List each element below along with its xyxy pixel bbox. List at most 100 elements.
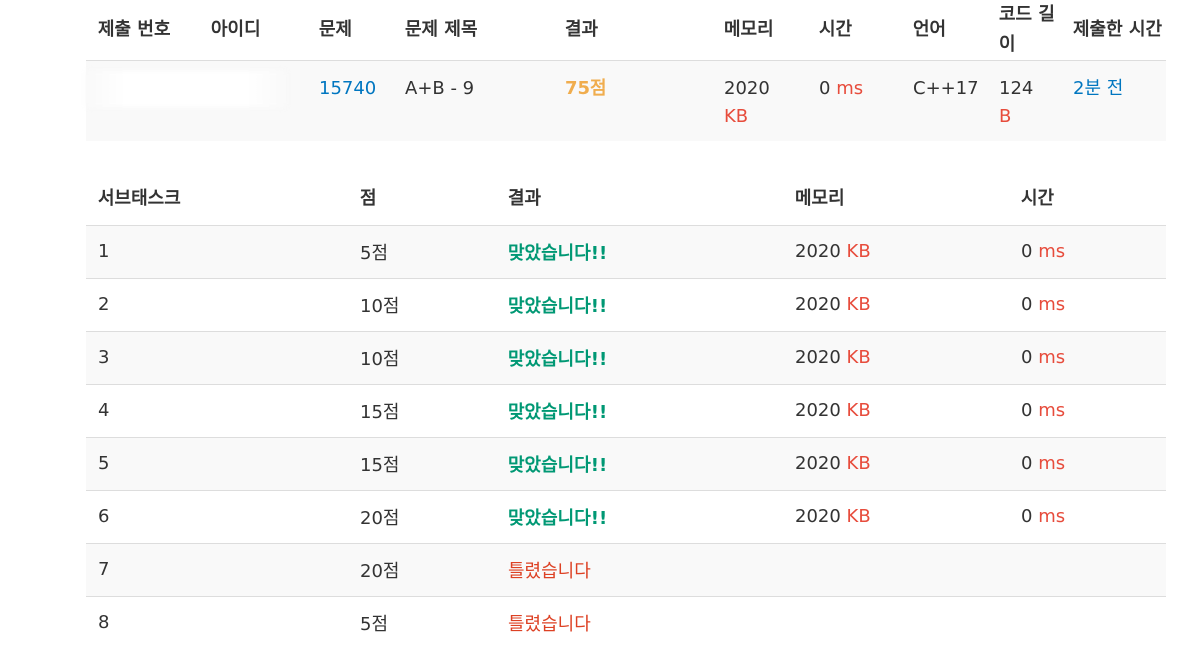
result-wrong: 틀렸습니다 [508, 613, 591, 635]
language-cell: C++17 [901, 60, 987, 141]
time-unit: ms [1038, 347, 1066, 368]
subtask-score: 10점 [348, 330, 496, 384]
subtask-result: 맞았습니다!! [496, 224, 783, 278]
result-accepted: 맞았습니다!! [508, 401, 608, 423]
submission-header-row: 제출 번호 아이디 문제 문제 제목 결과 메모리 시간 언어 코드 길이 제출… [86, 0, 1166, 61]
time-value: 0 [1021, 453, 1033, 474]
result-score: 75점 [565, 78, 607, 99]
result-accepted: 맞았습니다!! [508, 348, 608, 370]
result-wrong: 틀렸습니다 [508, 560, 591, 582]
header-subtask-time: 시간 [1009, 169, 1166, 226]
memory-unit: KB [846, 506, 871, 527]
time-value: 0 [1021, 506, 1033, 527]
header-user-id: 아이디 [199, 0, 307, 61]
subtask-header-row: 서브태스크 점 결과 메모리 시간 [86, 169, 1166, 226]
time-value: 0 [1021, 241, 1033, 262]
result-accepted: 맞았습니다!! [508, 454, 608, 476]
subtask-score: 5점 [348, 595, 496, 649]
redacted-submission-id [86, 71, 286, 107]
memory-unit: KB [846, 347, 871, 368]
memory-unit: KB [846, 241, 871, 262]
code-length-value: 124 [999, 78, 1034, 99]
time-cell: 0 ms [807, 60, 901, 141]
subtask-result: 맞았습니다!! [496, 383, 783, 437]
subtask-memory: 2020 KB [783, 330, 1009, 384]
subtask-number: 8 [86, 595, 348, 649]
time-unit: ms [1038, 241, 1066, 262]
subtask-number: 7 [86, 542, 348, 596]
subtask-number: 2 [86, 277, 348, 331]
subtask-time: 0 ms [1009, 436, 1166, 490]
subtask-time: 0 ms [1009, 330, 1166, 384]
subtask-memory: 2020 KB [783, 489, 1009, 543]
subtask-result: 맞았습니다!! [496, 436, 783, 490]
subtask-time: 0 ms [1009, 224, 1166, 278]
memory-unit: KB [846, 400, 871, 421]
submission-table: 제출 번호 아이디 문제 문제 제목 결과 메모리 시간 언어 코드 길이 제출… [86, 0, 1166, 141]
subtask-score: 15점 [348, 436, 496, 490]
code-length-unit: B [999, 106, 1012, 127]
time-value: 0 [1021, 400, 1033, 421]
subtask-time: 0 ms [1009, 383, 1166, 437]
subtask-row: 1 5점 맞았습니다!! 2020 KB 0 ms [86, 224, 1166, 278]
header-subtask-memory: 메모리 [783, 169, 1009, 226]
subtask-row: 7 20점 틀렸습니다 [86, 542, 1166, 596]
subtask-time [1009, 542, 1166, 596]
submitted-time-cell: 2분 전 [1061, 60, 1166, 141]
subtask-time: 0 ms [1009, 489, 1166, 543]
result-accepted: 맞았습니다!! [508, 242, 608, 264]
header-problem-title: 문제 제목 [393, 0, 549, 61]
time-value: 0 [819, 78, 831, 99]
memory-value: 2020 [795, 294, 841, 315]
memory-unit: KB [724, 106, 749, 127]
header-language: 언어 [901, 0, 987, 61]
memory-value: 2020 [795, 241, 841, 262]
subtask-row: 3 10점 맞았습니다!! 2020 KB 0 ms [86, 330, 1166, 384]
submission-row: 15740 A+B - 9 75점 2020 KB 0 ms C++17 124… [86, 60, 1166, 141]
header-result: 결과 [549, 0, 712, 61]
subtask-result: 틀렸습니다 [496, 595, 783, 649]
header-problem: 문제 [307, 0, 393, 61]
subtask-table: 서브태스크 점 결과 메모리 시간 1 5점 맞았습니다!! 2020 KB 0… [86, 169, 1166, 649]
subtask-memory: 2020 KB [783, 383, 1009, 437]
subtask-result: 맞았습니다!! [496, 489, 783, 543]
subtask-row: 4 15점 맞았습니다!! 2020 KB 0 ms [86, 383, 1166, 437]
subtask-score: 20점 [348, 542, 496, 596]
memory-cell: 2020 KB [712, 60, 807, 141]
header-time: 시간 [807, 0, 901, 61]
subtask-score: 5점 [348, 224, 496, 278]
time-unit: ms [836, 78, 864, 99]
subtask-score: 10점 [348, 277, 496, 331]
header-score: 점 [348, 169, 496, 226]
submission-id-cell [86, 60, 286, 141]
subtask-memory: 2020 KB [783, 436, 1009, 490]
subtask-row: 2 10점 맞았습니다!! 2020 KB 0 ms [86, 277, 1166, 331]
problem-link[interactable]: 15740 [319, 78, 376, 99]
time-unit: ms [1038, 294, 1066, 315]
subtask-score: 20점 [348, 489, 496, 543]
result-accepted: 맞았습니다!! [508, 295, 608, 317]
subtask-number: 3 [86, 330, 348, 384]
header-code-length: 코드 길이 [987, 0, 1061, 61]
header-submission-id: 제출 번호 [86, 0, 199, 61]
submitted-time-link[interactable]: 2분 전 [1073, 78, 1123, 99]
code-length-cell: 124 B [987, 60, 1061, 141]
memory-value: 2020 [724, 78, 770, 99]
subtask-time [1009, 595, 1166, 649]
result-cell: 75점 [549, 60, 712, 141]
memory-unit: KB [846, 294, 871, 315]
problem-cell: 15740 [307, 60, 393, 141]
subtask-result: 맞았습니다!! [496, 277, 783, 331]
subtask-time: 0 ms [1009, 277, 1166, 331]
subtask-row: 5 15점 맞았습니다!! 2020 KB 0 ms [86, 436, 1166, 490]
subtask-number: 1 [86, 224, 348, 278]
header-subtask-result: 결과 [496, 169, 783, 226]
memory-value: 2020 [795, 453, 841, 474]
subtask-memory: 2020 KB [783, 224, 1009, 278]
time-unit: ms [1038, 453, 1066, 474]
time-value: 0 [1021, 347, 1033, 368]
subtask-number: 5 [86, 436, 348, 490]
memory-value: 2020 [795, 506, 841, 527]
result-accepted: 맞았습니다!! [508, 507, 608, 529]
memory-unit: KB [846, 453, 871, 474]
